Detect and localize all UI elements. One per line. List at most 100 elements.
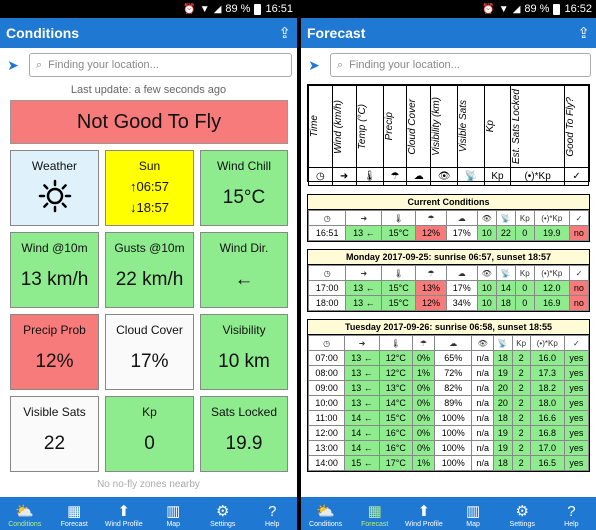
sats-locked-cell: 16.8 bbox=[529, 425, 565, 441]
good-to-fly-cell: yes bbox=[563, 350, 590, 366]
wind-cell: 13 ← bbox=[345, 295, 383, 311]
wind-label: Wind @10m bbox=[21, 241, 88, 255]
nav-wind-profile[interactable]: ⬆ Wind Profile bbox=[400, 503, 448, 530]
weather-tile[interactable]: Weather bbox=[10, 150, 99, 226]
wind-tile[interactable]: Wind @10m 13 km/h bbox=[10, 232, 99, 308]
nav-help[interactable]: ? Help bbox=[547, 503, 595, 530]
location-search-box[interactable]: ⌕ Finding your location... bbox=[29, 53, 292, 77]
cloud-cell: 100% bbox=[434, 455, 473, 471]
table-row: 08:00 13 ← 12°C 1% 72% n/a 19 2 17.3 yes bbox=[307, 365, 590, 381]
nav-conditions[interactable]: ⛅ Conditions bbox=[302, 503, 350, 530]
visibility-cell: n/a bbox=[471, 455, 495, 471]
precip-value: 12% bbox=[35, 351, 74, 372]
visibility-cell: 10 bbox=[476, 295, 497, 311]
share-icon[interactable]: ⇪ bbox=[278, 24, 291, 42]
location-search-box[interactable]: ⌕ Finding your location... bbox=[330, 53, 591, 77]
precip-header-icon: ☂ bbox=[415, 210, 447, 226]
cloud-cell: 72% bbox=[434, 365, 473, 381]
table-row: 07:00 13 ← 12°C 0% 65% n/a 18 2 16.0 yes bbox=[307, 350, 590, 366]
day-section-tuesday: Tuesday 2017-09-26: sunrise 06:58, sunse… bbox=[307, 319, 590, 472]
wind-cell: 15 ← bbox=[344, 455, 380, 471]
temp-header-icon: 🌡 bbox=[378, 335, 413, 351]
visible-sats-tile[interactable]: Visible Sats 22 bbox=[10, 396, 99, 472]
sats-locked-cell: 18.0 bbox=[529, 395, 565, 411]
map-icon: ▥ bbox=[166, 503, 181, 520]
table-row: 11:00 14 ← 15°C 0% 100% n/a 18 2 16.6 yes bbox=[307, 410, 590, 426]
wind-chill-label: Wind Chill bbox=[216, 159, 271, 173]
sats-locked-cell: 18.2 bbox=[529, 380, 565, 396]
app-bar: Forecast ⇪ bbox=[301, 18, 596, 48]
section-title: Monday 2017-09-25: sunrise 06:57, sunset… bbox=[308, 250, 589, 265]
wind-chill-tile[interactable]: Wind Chill 15°C bbox=[200, 150, 288, 226]
temp-cell: 15°C bbox=[381, 280, 417, 296]
forecast-column-header: Time Wind (km/h) Temp (°C) Precip Cloud … bbox=[307, 84, 590, 187]
status-bar: ⏰ ▼ ◢ 89 % 16:52 bbox=[301, 0, 596, 18]
visibility-header-icon: 👁 bbox=[476, 265, 497, 281]
sats-locked-tile[interactable]: Sats Locked 19.9 bbox=[200, 396, 288, 472]
visible-sats-value: 22 bbox=[43, 433, 66, 454]
visibility-cell: n/a bbox=[471, 410, 495, 426]
cloud-cell: 17% bbox=[445, 280, 478, 296]
kp-cell: 0 bbox=[514, 225, 535, 241]
kp-tile[interactable]: Kp 0 bbox=[105, 396, 194, 472]
sats-locked-header-icon: (•)*Kp bbox=[529, 335, 565, 351]
visibility-cell: 10 bbox=[476, 225, 497, 241]
temp-header-icon: 🌡 bbox=[381, 265, 417, 281]
good-to-fly-cell: no bbox=[568, 280, 590, 296]
kp-cell: 0 bbox=[514, 295, 535, 311]
wind-cell: 14 ← bbox=[344, 440, 380, 456]
wind-direction-tile[interactable]: Wind Dir. ← bbox=[200, 232, 288, 308]
calendar-icon: ▦ bbox=[367, 503, 382, 520]
precip-tile[interactable]: Precip Prob 12% bbox=[10, 314, 99, 390]
forecast-table: ◷ ➜ 🌡 ☂ ☁ 👁 📡 Kp (•)*Kp ✓ 17:00 13 ← 15°C 13% 17% 10 14 0… bbox=[307, 265, 590, 311]
visibility-cell: n/a bbox=[471, 395, 495, 411]
no-fly-zones-text: No no-fly zones nearby bbox=[97, 479, 200, 490]
visible-sats-header-icon: 📡 bbox=[495, 210, 516, 226]
sun-tile[interactable]: Sun ↑06:57 ↓18:57 bbox=[105, 150, 194, 226]
gusts-tile[interactable]: Gusts @10m 22 km/h bbox=[105, 232, 194, 308]
forecast-scroll[interactable]: Current Conditions ◷ ➜ 🌡 ☂ ☁ 👁 📡 Kp (•)*Kp ✓ 16:51… bbox=[307, 194, 590, 497]
nav-help[interactable]: ? Help bbox=[248, 503, 296, 530]
nav-settings[interactable]: ⚙ Settings bbox=[498, 503, 546, 530]
kp-cell: 2 bbox=[511, 365, 531, 381]
sats-locked-value: 19.9 bbox=[225, 433, 263, 454]
kp-cell: 2 bbox=[511, 425, 531, 441]
nav-forecast[interactable]: ▦ Forecast bbox=[351, 503, 399, 530]
check-icon: ✓ bbox=[564, 167, 589, 187]
nav-settings[interactable]: ⚙ Settings bbox=[199, 503, 247, 530]
navigation-arrow-icon[interactable]: ➤ bbox=[306, 57, 322, 74]
nav-map[interactable]: ▥ Map bbox=[449, 503, 497, 530]
navigation-arrow-icon[interactable]: ➤ bbox=[5, 57, 21, 74]
clock-icon: ◷ bbox=[308, 167, 333, 187]
gusts-label: Gusts @10m bbox=[114, 241, 185, 255]
conditions-screen: ⏰ ▼ ◢ 89 % 16:51 Conditions ⇪ ➤ ⌕ Findin… bbox=[0, 0, 297, 530]
forecast-table: ◷ ➜ 🌡 ☂ ☁ 👁 📡 Kp (•)*Kp ✓ 07:00 13 ← 12°C 0% 65% n/a 18 2… bbox=[307, 335, 590, 471]
cloud-cover-tile[interactable]: Cloud Cover 17% bbox=[105, 314, 194, 390]
temp-cell: 12°C bbox=[378, 350, 413, 366]
help-icon: ? bbox=[567, 503, 576, 520]
cloud-cell: 100% bbox=[434, 410, 473, 426]
nav-conditions[interactable]: ⛅ Conditions bbox=[1, 503, 49, 530]
visibility-tile[interactable]: Visibility 10 km bbox=[200, 314, 288, 390]
share-icon[interactable]: ⇪ bbox=[577, 24, 590, 42]
nav-forecast[interactable]: ▦ Forecast bbox=[50, 503, 98, 530]
page-title: Conditions bbox=[6, 25, 80, 41]
kp-header-icon: Kp bbox=[514, 265, 535, 281]
kp-cell: 0 bbox=[514, 280, 535, 296]
kp-cell: 2 bbox=[511, 395, 531, 411]
col-temp: Temp (°C) bbox=[355, 84, 384, 169]
table-row: 17:00 13 ← 15°C 13% 17% 10 14 0 12.0 no bbox=[307, 280, 590, 296]
temp-cell: 15°C bbox=[378, 410, 413, 426]
nav-map[interactable]: ▥ Map bbox=[149, 503, 197, 530]
good-to-fly-cell: yes bbox=[563, 380, 590, 396]
nav-wind-profile[interactable]: ⬆ Wind Profile bbox=[100, 503, 148, 530]
visible-sats-cell: 14 bbox=[495, 280, 516, 296]
visible-sats-cell: 20 bbox=[493, 395, 513, 411]
eye-icon: 👁 bbox=[430, 167, 459, 187]
col-kp: Kp bbox=[483, 84, 512, 169]
precip-cell: 1% bbox=[411, 365, 436, 381]
visible-sats-cell: 19 bbox=[493, 425, 513, 441]
location-row: ➤ ⌕ Finding your location... bbox=[0, 51, 297, 79]
cloud-header-icon: ☁ bbox=[445, 210, 478, 226]
weather-label: Weather bbox=[31, 159, 78, 173]
